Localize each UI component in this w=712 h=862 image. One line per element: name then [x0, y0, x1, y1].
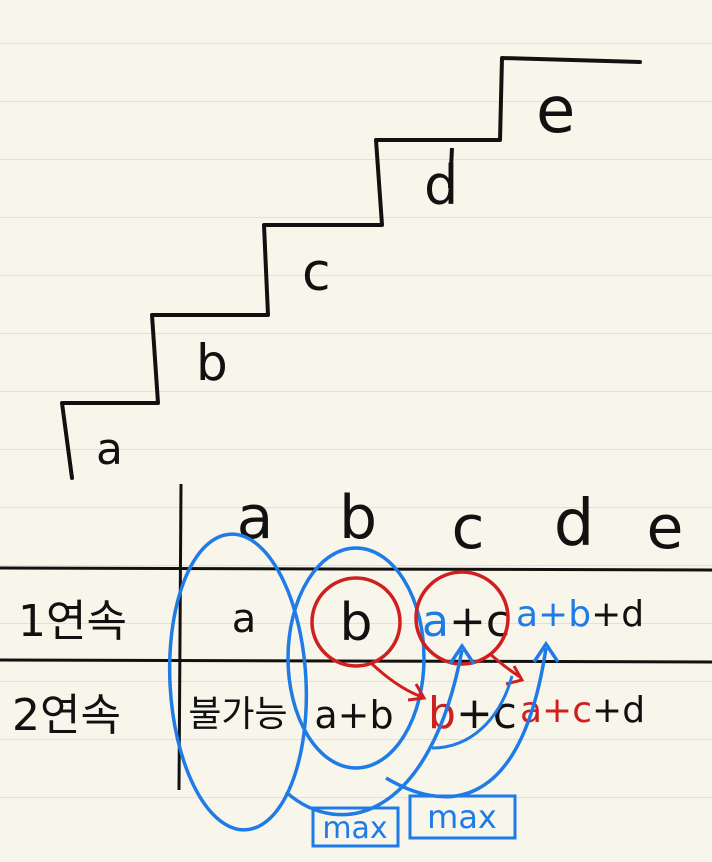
- column-header-e: e: [647, 493, 684, 563]
- table-line-middle: [0, 658, 712, 664]
- step-label-b: b: [196, 334, 228, 392]
- max-label-2: max: [427, 798, 497, 836]
- step-label-d: d: [424, 154, 458, 217]
- red-arrow-to-r2-d: [489, 652, 521, 679]
- max-label-1: max: [322, 811, 387, 846]
- cell-r2-a: 불가능: [188, 694, 287, 735]
- step-label-e: e: [536, 74, 575, 148]
- step-label-c: c: [302, 243, 331, 303]
- cell-r2-d: a+c+d: [520, 690, 645, 731]
- step-label-a: a: [96, 424, 123, 475]
- cell-r2-b: a+b: [314, 693, 393, 737]
- column-header-c: c: [452, 493, 485, 563]
- cell-r1-b: b: [339, 593, 372, 653]
- cell-r1-d-black: +d: [591, 594, 644, 635]
- cell-r1-c-blue: a: [422, 596, 449, 647]
- cell-r2-c-black: +c: [456, 688, 517, 739]
- cell-r1-a: a: [232, 596, 257, 642]
- note-page: a b c d e a b c d e 1연속 2연속 a b a+c a+b+…: [0, 0, 712, 862]
- cell-r2-d-black: +d: [592, 690, 645, 731]
- cell-r1-c: a+c: [422, 596, 510, 647]
- cell-r1-d: a+b+d: [516, 594, 644, 635]
- column-header-b: b: [339, 483, 377, 553]
- row-label-1: 1연속: [18, 596, 127, 647]
- row-label-2: 2연속: [12, 690, 121, 741]
- cell-r1-d-blue: a+b: [516, 594, 591, 635]
- handwritten-diagram: a b c d e a b c d e 1연속 2연속 a b a+c a+b+…: [0, 56, 712, 848]
- column-header-d: d: [554, 487, 595, 561]
- table-line-top: [0, 566, 712, 572]
